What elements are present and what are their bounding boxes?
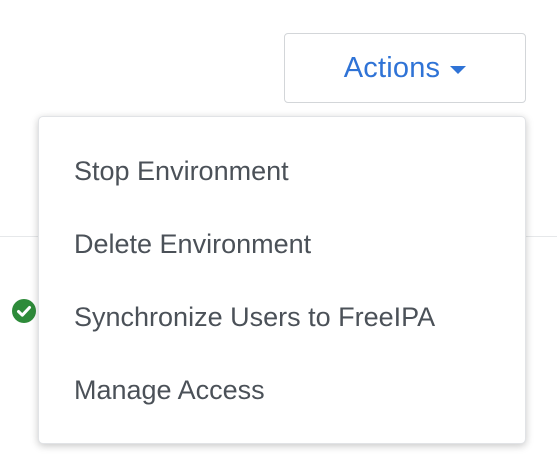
actions-dropdown-menu: Stop Environment Delete Environment Sync… (38, 116, 526, 444)
actions-button-label: Actions (343, 51, 441, 84)
menu-item-synchronize-users[interactable]: Synchronize Users to FreeIPA (39, 281, 525, 354)
actions-button[interactable]: Actions (284, 33, 526, 103)
check-circle-icon (12, 299, 36, 323)
caret-down-icon (450, 66, 467, 74)
menu-item-delete-environment[interactable]: Delete Environment (39, 208, 525, 281)
menu-item-stop-environment[interactable]: Stop Environment (39, 135, 525, 208)
menu-item-manage-access[interactable]: Manage Access (39, 354, 525, 427)
